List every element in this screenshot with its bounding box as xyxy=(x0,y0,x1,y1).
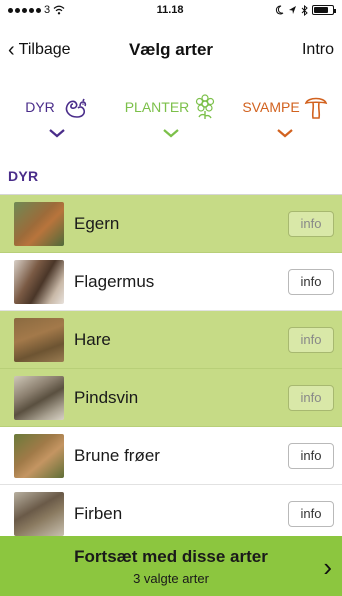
clock: 11.18 xyxy=(156,4,184,16)
info-button[interactable]: info xyxy=(288,326,334,353)
squirrel-photo xyxy=(14,201,64,246)
chevron-down-icon xyxy=(277,129,293,138)
species-name: Firben xyxy=(74,503,123,523)
wifi-icon xyxy=(53,5,65,15)
back-label: Tilbage xyxy=(18,41,71,58)
signal-area: 3 xyxy=(8,4,65,16)
species-list: Egern info Flagermus info Hare info Pind… xyxy=(0,195,342,536)
continue-label: Fortsæt med disse arter xyxy=(74,546,268,566)
bluetooth-icon xyxy=(301,4,308,16)
list-item-egern[interactable]: Egern info xyxy=(0,195,342,253)
location-arrow-icon xyxy=(288,6,296,14)
category-tabs: DYR PLANTER SVAMPE xyxy=(0,92,342,160)
tab-svampe[interactable]: SVAMPE xyxy=(228,92,342,160)
chevron-down-icon xyxy=(49,129,65,138)
moon-icon xyxy=(275,5,284,15)
status-icons xyxy=(275,4,336,16)
carrier-label: 3 xyxy=(44,4,51,16)
list-item-hare[interactable]: Hare info xyxy=(0,311,342,369)
tab-dyr-label: DYR xyxy=(25,99,55,115)
species-name: Hare xyxy=(74,329,111,349)
back-button[interactable]: ‹ Tilbage xyxy=(8,40,71,60)
mushroom-icon xyxy=(304,97,327,119)
chevron-right-icon: › xyxy=(323,552,332,582)
bat-photo xyxy=(14,259,64,304)
info-button[interactable]: info xyxy=(288,384,334,411)
selected-count: 3 valgte arter xyxy=(133,570,209,586)
species-name: Flagermus xyxy=(74,271,155,291)
list-item-pindsvin[interactable]: Pindsvin info xyxy=(0,369,342,427)
navigation-bar: ‹ Tilbage Vælg arter Intro xyxy=(0,28,342,72)
frog-photo xyxy=(14,433,64,478)
continue-button[interactable]: Fortsæt med disse arter 3 valgte arter › xyxy=(0,536,342,596)
species-name: Brune frøer xyxy=(74,445,160,465)
lizard-photo xyxy=(14,491,64,536)
tab-planter[interactable]: PLANTER xyxy=(114,92,228,160)
info-button[interactable]: info xyxy=(288,500,334,527)
list-item-brune-froer[interactable]: Brune frøer info xyxy=(0,427,342,485)
flower-icon xyxy=(196,94,215,119)
intro-button[interactable]: Intro xyxy=(302,41,334,59)
chevron-left-icon: ‹ xyxy=(8,39,15,61)
species-name: Pindsvin xyxy=(74,387,139,407)
list-item-flagermus[interactable]: Flagermus info xyxy=(0,253,342,311)
section-label: DYR xyxy=(8,168,39,184)
tab-svampe-label: SVAMPE xyxy=(242,99,300,115)
list-item-firben[interactable]: Firben info xyxy=(0,485,342,536)
tab-planter-label: PLANTER xyxy=(124,99,190,115)
continue-text: Fortsæt med disse arter 3 valgte arter xyxy=(74,547,268,586)
battery-icon xyxy=(311,5,336,15)
info-button[interactable]: info xyxy=(288,442,334,469)
status-bar: 3 11.18 xyxy=(0,0,342,20)
chevron-down-icon xyxy=(163,129,179,138)
species-name: Egern xyxy=(74,213,120,233)
hedgehog-photo xyxy=(14,375,64,420)
hare-photo xyxy=(14,317,64,362)
info-button[interactable]: info xyxy=(288,210,334,237)
signal-strength-icon xyxy=(8,7,41,13)
tab-dyr[interactable]: DYR xyxy=(0,92,114,160)
squirrel-icon xyxy=(65,98,86,118)
info-button[interactable]: info xyxy=(288,268,334,295)
